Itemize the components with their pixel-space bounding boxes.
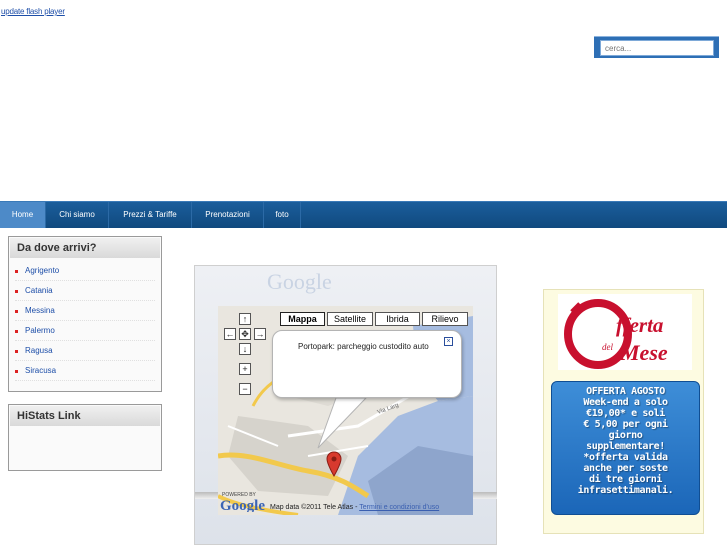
arrivals-title: Da dove arrivi? [10, 238, 160, 258]
zoom-in-icon[interactable]: + [239, 363, 251, 375]
pan-down-icon[interactable]: ↓ [239, 343, 251, 355]
city-link-palermo[interactable]: Palermo [15, 321, 155, 341]
svg-text:fferta: fferta [616, 313, 663, 337]
histats-box: HiStats Link [8, 404, 162, 471]
bullet-icon [15, 270, 18, 273]
bullet-icon [15, 310, 18, 313]
map-type-selector: Mappa Satellite Ibrida Rilievo [280, 312, 470, 326]
city-label: Catania [25, 286, 53, 295]
nav-foto[interactable]: foto [264, 202, 301, 228]
search-input[interactable] [600, 40, 714, 56]
city-link-ragusa[interactable]: Ragusa [15, 341, 155, 361]
offerta-del-mese-logo[interactable]: fferta del Mese [558, 294, 692, 370]
city-link-catania[interactable]: Catania [15, 281, 155, 301]
pan-center-icon[interactable]: ✥ [239, 328, 251, 340]
map-info-window: Portopark: parcheggio custodito auto × [272, 330, 462, 398]
bullet-icon [15, 370, 18, 373]
offer-line: € 5,00 per ogni [583, 419, 668, 430]
promo-column: fferta del Mese OFFERTA AGOSTO Week-end … [543, 289, 704, 534]
svg-text:Google: Google [267, 269, 332, 294]
map-attribution: Map data ©2011 Tele Atlas - Termini e co… [270, 504, 439, 511]
svg-text:Mese: Mese [619, 340, 668, 365]
histats-title: HiStats Link [10, 406, 160, 426]
city-list: Agrigento Catania Messina Palermo Ragusa… [9, 259, 161, 381]
city-link-messina[interactable]: Messina [15, 301, 155, 321]
city-link-agrigento[interactable]: Agrigento [15, 261, 155, 281]
map-marker-icon[interactable] [326, 451, 342, 477]
pan-right-icon[interactable]: → [254, 328, 266, 340]
offer-line: infrasettimanali. [577, 485, 674, 496]
map-type-rilievo[interactable]: Rilievo [422, 312, 468, 326]
pan-up-icon[interactable]: ↑ [239, 313, 251, 325]
close-icon[interactable]: × [444, 337, 453, 346]
map-terms-link[interactable]: Termini e condizioni d'uso [359, 504, 439, 511]
google-header-logo: Google [267, 269, 332, 294]
city-label: Ragusa [25, 346, 53, 355]
nav-prenotazioni[interactable]: Prenotazioni [192, 202, 264, 228]
map-attribution-text: Map data ©2011 Tele Atlas - [270, 504, 360, 511]
svg-text:del: del [602, 342, 613, 352]
offer-line: giorno [608, 430, 643, 441]
offer-line: di tre giorni [588, 474, 663, 485]
offer-line: €19,00* e soli [586, 408, 665, 419]
city-label: Siracusa [25, 366, 57, 375]
bullet-icon [15, 290, 18, 293]
flash-update-link[interactable]: update flash player [1, 7, 65, 16]
map-type-ibrida[interactable]: Ibrida [375, 312, 420, 326]
offer-panel[interactable]: OFFERTA AGOSTO Week-end a solo €19,00* e… [551, 381, 700, 515]
city-link-siracusa[interactable]: Siracusa [15, 361, 155, 381]
city-label: Agrigento [25, 266, 60, 275]
offerta-logo-graphic: fferta del Mese [564, 299, 668, 369]
offer-line: OFFERTA AGOSTO [586, 386, 665, 397]
search-box [594, 36, 719, 58]
bullet-icon [15, 330, 18, 333]
svg-text:Google: Google [220, 498, 265, 512]
map-type-mappa[interactable]: Mappa [280, 312, 325, 326]
nav-prezzi-tariffe[interactable]: Prezzi & Tariffe [109, 202, 192, 228]
powered-by-google-logo[interactable]: POWERED BY Google [220, 490, 272, 512]
main-navbar: Home Chi siamo Prezzi & Tariffe Prenotaz… [0, 201, 727, 228]
arrivals-box: Da dove arrivi? Agrigento Catania Messin… [8, 236, 162, 392]
offer-line: anche per soste [583, 463, 668, 474]
offer-line: Week-end a solo [583, 397, 668, 408]
offer-line: supplementare! [586, 441, 665, 452]
bullet-icon [15, 350, 18, 353]
city-label: Palermo [25, 326, 55, 335]
zoom-out-icon[interactable]: − [239, 383, 251, 395]
map-type-satellite[interactable]: Satellite [327, 312, 373, 326]
nav-home[interactable]: Home [0, 202, 46, 228]
pan-left-icon[interactable]: ← [224, 328, 236, 340]
nav-chi-siamo[interactable]: Chi siamo [46, 202, 109, 228]
offer-line: *offerta valida [583, 452, 668, 463]
info-window-text: Portopark: parcheggio custodito auto [298, 342, 429, 351]
city-label: Messina [25, 306, 55, 315]
